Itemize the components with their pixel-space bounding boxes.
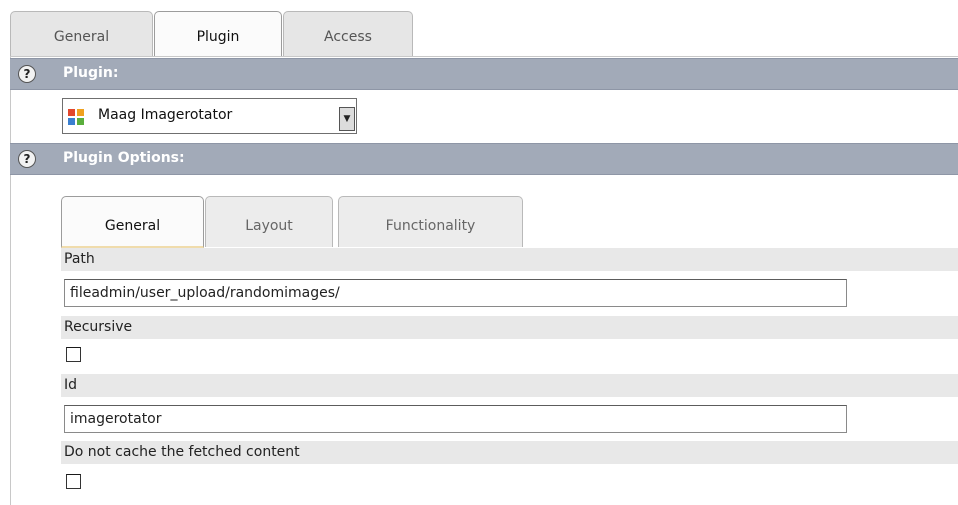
tab-divider [10,56,958,57]
field-label-row: Path [61,248,958,271]
tab-label: Access [324,29,372,45]
field-label-row: Recursive [61,316,958,339]
path-label: Path [64,251,95,267]
plugin-select[interactable]: Maag Imagerotator ▼ [62,98,357,134]
section-title: Plugin: [63,65,119,81]
recursive-checkbox[interactable] [66,347,81,362]
tab-plugin[interactable]: Plugin [154,11,282,57]
select-value: Maag Imagerotator [98,107,233,123]
id-label: Id [64,377,78,393]
no-cache-checkbox[interactable] [66,474,81,489]
dropdown-arrow-icon[interactable]: ▼ [339,107,355,131]
tab-general[interactable]: General [10,11,153,56]
no-cache-label: Do not cache the fetched content [64,444,300,460]
plugin-logo-icon [68,109,84,125]
field-label-row: Do not cache the fetched content [61,441,958,464]
tab-options-general[interactable]: General [61,196,204,248]
tab-label: Layout [245,218,293,234]
tab-access[interactable]: Access [283,11,413,56]
tab-functionality[interactable]: Functionality [338,196,523,247]
section-title: Plugin Options: [63,150,185,166]
tab-label: Functionality [385,218,476,234]
recursive-label: Recursive [64,319,133,335]
field-label-row: Id [61,374,958,397]
tab-label: General [53,29,110,45]
help-icon[interactable]: ? [18,150,36,168]
path-input[interactable] [64,279,847,307]
tab-label: General [104,218,161,234]
tab-label: Plugin [196,29,240,45]
help-icon[interactable]: ? [18,65,36,83]
tab-layout[interactable]: Layout [205,196,333,247]
id-input[interactable] [64,405,847,433]
plugin-section-header: ? Plugin: [10,58,958,90]
plugin-options-header: ? Plugin Options: [10,143,958,175]
